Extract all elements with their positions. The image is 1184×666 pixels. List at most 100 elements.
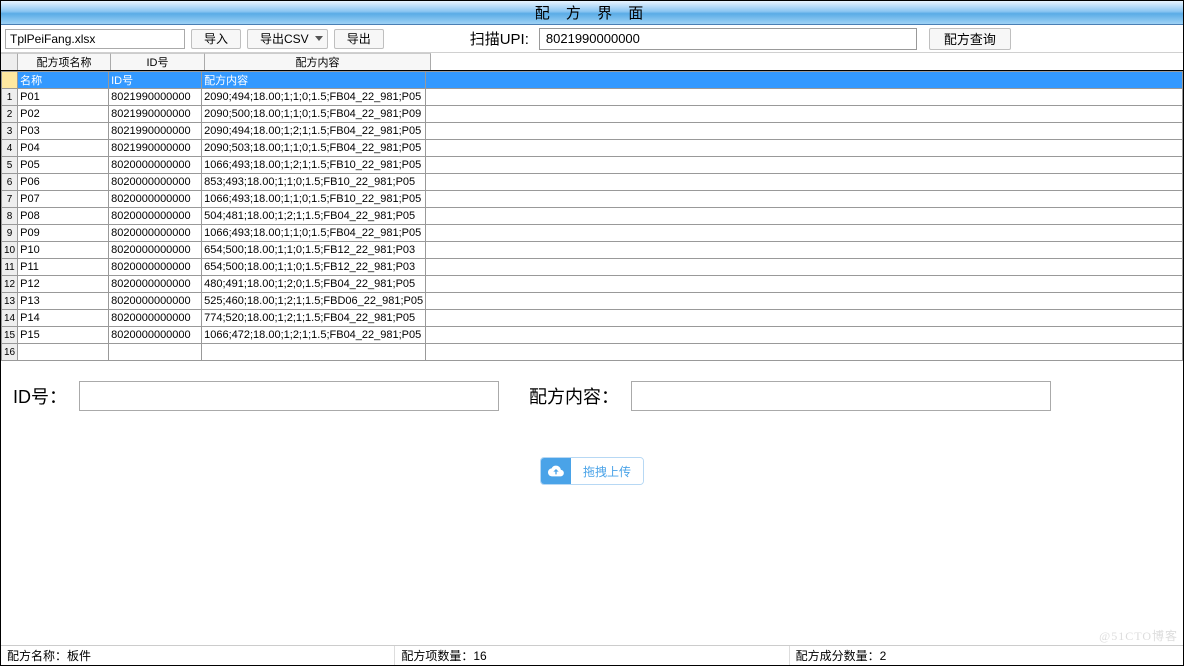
table-row[interactable]: 10P108020000000000654;500;18.00;1;1;0;1.…: [2, 242, 1183, 259]
table-row[interactable]: 名称ID号配方内容: [2, 72, 1183, 89]
table-row[interactable]: 5P0580200000000001066;493;18.00;1;2;1;1.…: [2, 157, 1183, 174]
row-number: 15: [2, 327, 18, 344]
cell-id[interactable]: 8020000000000: [109, 259, 202, 276]
cell-name[interactable]: P11: [18, 259, 109, 276]
cell-content[interactable]: [202, 344, 426, 361]
upload-button[interactable]: 拖拽上传: [540, 457, 644, 485]
cell-id[interactable]: 8020000000000: [109, 242, 202, 259]
cell-name[interactable]: [18, 344, 109, 361]
table-row[interactable]: 13P138020000000000525;460;18.00;1;2;1;1.…: [2, 293, 1183, 310]
cell-rest[interactable]: [426, 106, 1183, 123]
cell-rest[interactable]: [426, 157, 1183, 174]
id-field[interactable]: [79, 381, 499, 411]
cell-rest[interactable]: [426, 72, 1183, 89]
cell-name[interactable]: P14: [18, 310, 109, 327]
table-row[interactable]: 11P118020000000000654;500;18.00;1;1;0;1.…: [2, 259, 1183, 276]
cell-name[interactable]: P04: [18, 140, 109, 157]
col-header-corner[interactable]: [1, 53, 18, 70]
cell-rest[interactable]: [426, 225, 1183, 242]
cell-content[interactable]: 2090;494;18.00;1;2;1;1.5;FB04_22_981;P05: [202, 123, 426, 140]
cell-id[interactable]: 8021990000000: [109, 106, 202, 123]
export-csv-dropdown[interactable]: 导出CSV: [247, 29, 328, 49]
cell-content[interactable]: 2090;500;18.00;1;1;0;1.5;FB04_22_981;P09: [202, 106, 426, 123]
cell-content[interactable]: 1066;493;18.00;1;1;0;1.5;FB10_22_981;P05: [202, 191, 426, 208]
table-row[interactable]: 6P068020000000000853;493;18.00;1;1;0;1.5…: [2, 174, 1183, 191]
cell-name[interactable]: P03: [18, 123, 109, 140]
cell-id[interactable]: 8020000000000: [109, 191, 202, 208]
cell-id[interactable]: 8020000000000: [109, 157, 202, 174]
cell-id[interactable]: 8020000000000: [109, 327, 202, 344]
import-button[interactable]: 导入: [191, 29, 241, 49]
cell-content[interactable]: 2090;494;18.00;1;1;0;1.5;FB04_22_981;P05: [202, 89, 426, 106]
table-row[interactable]: 3P0380219900000002090;494;18.00;1;2;1;1.…: [2, 123, 1183, 140]
cell-content[interactable]: 654;500;18.00;1;1;0;1.5;FB12_22_981;P03: [202, 259, 426, 276]
cell-rest[interactable]: [426, 140, 1183, 157]
cell-id[interactable]: 8021990000000: [109, 123, 202, 140]
cell-name[interactable]: P10: [18, 242, 109, 259]
cell-id[interactable]: 8020000000000: [109, 310, 202, 327]
table-row[interactable]: 1P0180219900000002090;494;18.00;1;1;0;1.…: [2, 89, 1183, 106]
col-header-content[interactable]: 配方内容: [205, 53, 431, 70]
cell-name[interactable]: 名称: [18, 72, 109, 89]
cell-content[interactable]: 525;460;18.00;1;2;1;1.5;FBD06_22_981;P05: [202, 293, 426, 310]
cell-id[interactable]: 8021990000000: [109, 89, 202, 106]
cell-name[interactable]: P13: [18, 293, 109, 310]
cell-rest[interactable]: [426, 344, 1183, 361]
cell-rest[interactable]: [426, 208, 1183, 225]
table-row[interactable]: 8P088020000000000504;481;18.00;1;2;1;1.5…: [2, 208, 1183, 225]
row-number: 1: [2, 89, 18, 106]
cell-rest[interactable]: [426, 310, 1183, 327]
cell-content[interactable]: 2090;503;18.00;1;1;0;1.5;FB04_22_981;P05: [202, 140, 426, 157]
cell-rest[interactable]: [426, 293, 1183, 310]
cell-name[interactable]: P05: [18, 157, 109, 174]
cell-id[interactable]: 8020000000000: [109, 208, 202, 225]
cell-name[interactable]: P12: [18, 276, 109, 293]
table-row[interactable]: 16: [2, 344, 1183, 361]
cell-name[interactable]: P01: [18, 89, 109, 106]
table-row[interactable]: 15P1580200000000001066;472;18.00;1;2;1;1…: [2, 327, 1183, 344]
col-header-name[interactable]: 配方项名称: [18, 53, 111, 70]
cell-id[interactable]: 8020000000000: [109, 225, 202, 242]
content-field[interactable]: [631, 381, 1051, 411]
cell-rest[interactable]: [426, 242, 1183, 259]
cell-content[interactable]: 853;493;18.00;1;1;0;1.5;FB10_22_981;P05: [202, 174, 426, 191]
cell-content[interactable]: 配方内容: [202, 72, 426, 89]
cell-rest[interactable]: [426, 191, 1183, 208]
col-header-id[interactable]: ID号: [111, 53, 205, 70]
table-row[interactable]: 9P0980200000000001066;493;18.00;1;1;0;1.…: [2, 225, 1183, 242]
cell-rest[interactable]: [426, 276, 1183, 293]
cell-name[interactable]: P06: [18, 174, 109, 191]
cell-id[interactable]: 8021990000000: [109, 140, 202, 157]
cell-rest[interactable]: [426, 327, 1183, 344]
cell-rest[interactable]: [426, 259, 1183, 276]
cell-id[interactable]: ID号: [109, 72, 202, 89]
cell-rest[interactable]: [426, 123, 1183, 140]
cell-name[interactable]: P07: [18, 191, 109, 208]
query-button[interactable]: 配方查询: [929, 28, 1011, 50]
cell-content[interactable]: 1066;472;18.00;1;2;1;1.5;FB04_22_981;P05: [202, 327, 426, 344]
export-button[interactable]: 导出: [334, 29, 384, 49]
cell-content[interactable]: 504;481;18.00;1;2;1;1.5;FB04_22_981;P05: [202, 208, 426, 225]
cell-id[interactable]: 8020000000000: [109, 293, 202, 310]
table-row[interactable]: 14P148020000000000774;520;18.00;1;2;1;1.…: [2, 310, 1183, 327]
table-row[interactable]: 12P128020000000000480;491;18.00;1;2;0;1.…: [2, 276, 1183, 293]
cell-content[interactable]: 774;520;18.00;1;2;1;1.5;FB04_22_981;P05: [202, 310, 426, 327]
cell-id[interactable]: [109, 344, 202, 361]
filename-input[interactable]: [5, 29, 185, 49]
cell-rest[interactable]: [426, 89, 1183, 106]
cell-content[interactable]: 654;500;18.00;1;1;0;1.5;FB12_22_981;P03: [202, 242, 426, 259]
cell-name[interactable]: P08: [18, 208, 109, 225]
cell-content[interactable]: 1066;493;18.00;1;2;1;1.5;FB10_22_981;P05: [202, 157, 426, 174]
table-row[interactable]: 7P0780200000000001066;493;18.00;1;1;0;1.…: [2, 191, 1183, 208]
cell-id[interactable]: 8020000000000: [109, 276, 202, 293]
cell-id[interactable]: 8020000000000: [109, 174, 202, 191]
cell-name[interactable]: P02: [18, 106, 109, 123]
cell-name[interactable]: P15: [18, 327, 109, 344]
cell-content[interactable]: 480;491;18.00;1;2;0;1.5;FB04_22_981;P05: [202, 276, 426, 293]
table-row[interactable]: 4P0480219900000002090;503;18.00;1;1;0;1.…: [2, 140, 1183, 157]
table-row[interactable]: 2P0280219900000002090;500;18.00;1;1;0;1.…: [2, 106, 1183, 123]
cell-name[interactable]: P09: [18, 225, 109, 242]
upi-input[interactable]: [539, 28, 917, 50]
cell-content[interactable]: 1066;493;18.00;1;1;0;1.5;FB04_22_981;P05: [202, 225, 426, 242]
cell-rest[interactable]: [426, 174, 1183, 191]
